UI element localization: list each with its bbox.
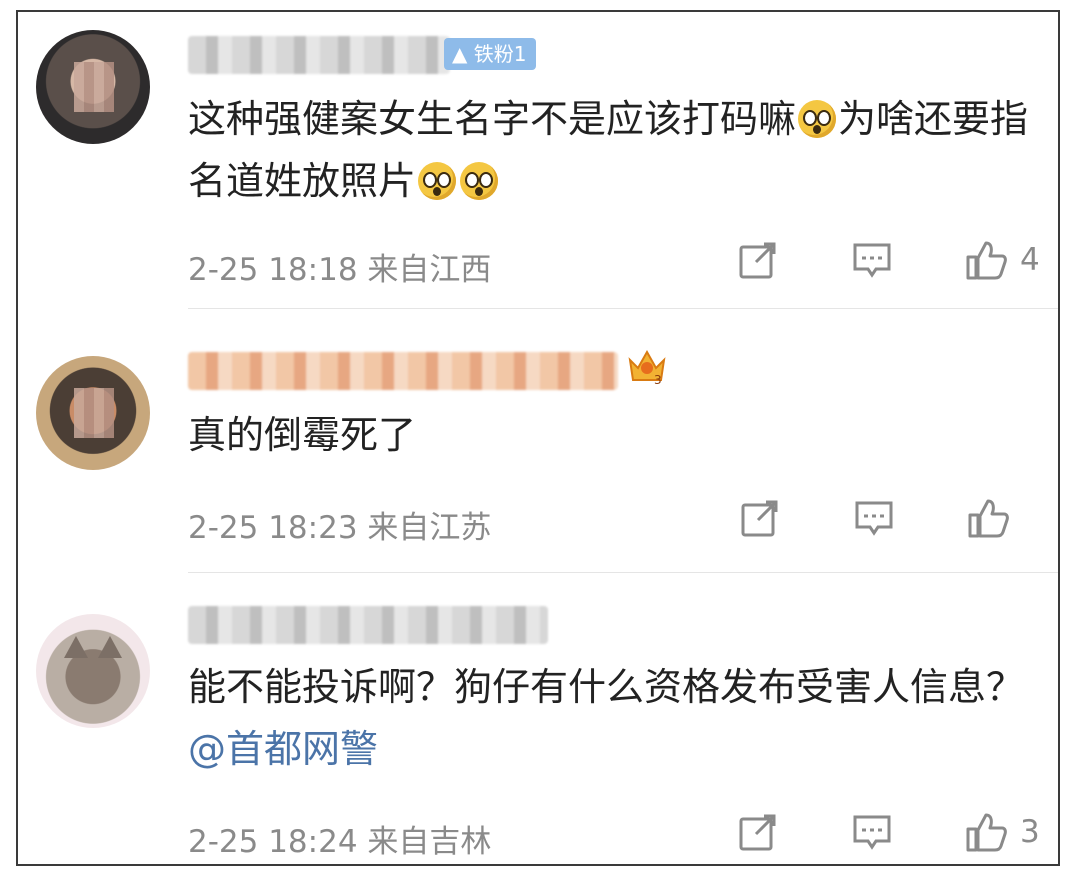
comment-icon: [853, 815, 891, 850]
comment-button[interactable]: [850, 238, 894, 282]
share-icon: [741, 500, 778, 537]
thumbs-up-icon: [968, 499, 1009, 538]
comment-time: 2-25 18:24: [188, 824, 358, 860]
surprised-face-emoji: [460, 162, 499, 200]
share-icon: [739, 242, 776, 279]
comment-icon: [855, 501, 893, 536]
fan-badge: ▲ 铁粉1: [444, 38, 537, 70]
divider: [188, 308, 1058, 309]
comment-actions: 3: [666, 810, 1040, 854]
comment-location: 来自吉林: [367, 824, 492, 860]
comment-actions: 4: [666, 238, 1040, 282]
comment-meta: 2-25 18:24 来自吉林: [188, 816, 491, 861]
avatar[interactable]: [36, 356, 150, 470]
surprised-face-emoji: [798, 100, 837, 138]
surprised-face-emoji: [418, 162, 457, 200]
cat-ear: [98, 636, 122, 658]
blurred-face: [74, 388, 114, 438]
cat-ear: [64, 636, 88, 658]
comment-text-part: 这种强健案女生名字不是应该打码嘛: [188, 97, 797, 141]
share-button[interactable]: [736, 238, 780, 282]
comment-screenshot-frame: ▲ 铁粉1 这种强健案女生名字不是应该打码嘛 为啥还要指名道姓放照片 2-25 1…: [16, 10, 1060, 866]
blurred-username[interactable]: [188, 352, 618, 390]
comment-item: ▲ 铁粉1 这种强健案女生名字不是应该打码嘛 为啥还要指名道姓放照片 2-25 1…: [18, 12, 1058, 312]
thumbs-up-icon: [966, 241, 1007, 280]
comment-text-part: 能不能投诉啊？狗仔有什么资格发布受害人信息？: [188, 665, 1025, 709]
comment-actions: [668, 496, 1010, 540]
comment-icon: [853, 243, 891, 278]
share-button[interactable]: [738, 496, 782, 540]
comment-meta: 2-25 18:23 来自江苏: [188, 502, 491, 547]
comment-time: 2-25 18:23: [188, 510, 358, 546]
blurred-username[interactable]: [188, 36, 450, 74]
blurred-face: [74, 62, 114, 112]
comment-text: 能不能投诉啊？狗仔有什么资格发布受害人信息？ @首都网警: [188, 656, 1048, 780]
comment-location: 来自江苏: [367, 510, 492, 546]
comment-text: 真的倒霉死了: [188, 413, 417, 457]
like-button[interactable]: [966, 496, 1010, 540]
badge-label: 铁粉1: [473, 42, 527, 66]
like-count: 4: [1020, 242, 1040, 278]
share-icon: [739, 814, 776, 851]
like-count: 3: [1020, 814, 1040, 850]
badge-arrow-icon: ▲: [452, 42, 468, 66]
comment-meta: 2-25 18:18 来自江西: [188, 244, 491, 289]
mention-link[interactable]: @首都网警: [188, 727, 378, 771]
comment-button[interactable]: [852, 496, 896, 540]
comment-time: 2-25 18:18: [188, 252, 358, 288]
svg-text:3: 3: [654, 373, 662, 386]
comment-location: 来自江西: [367, 252, 492, 288]
comment-button[interactable]: [850, 810, 894, 854]
crown-badge-icon: 3: [628, 349, 666, 386]
like-button[interactable]: 3: [964, 810, 1040, 854]
thumbs-up-icon: [966, 813, 1007, 852]
share-button[interactable]: [736, 810, 780, 854]
like-button[interactable]: 4: [964, 238, 1040, 282]
divider: [188, 572, 1058, 573]
avatar[interactable]: [36, 614, 150, 728]
avatar[interactable]: [36, 30, 150, 144]
blurred-username[interactable]: [188, 606, 548, 644]
comment-text: 这种强健案女生名字不是应该打码嘛 为啥还要指名道姓放照片: [188, 88, 1048, 212]
